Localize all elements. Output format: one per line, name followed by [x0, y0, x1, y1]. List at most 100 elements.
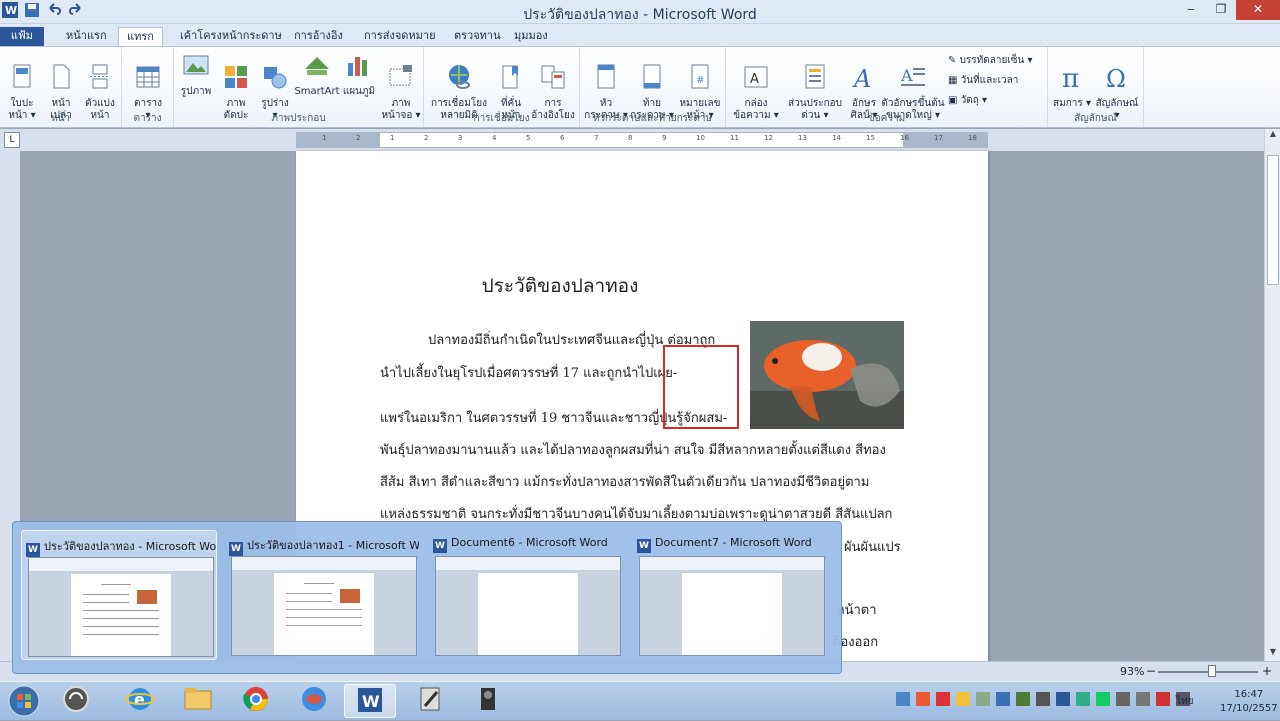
picture-button[interactable]: รูปภาพ: [178, 51, 214, 98]
equation-button[interactable]: π สมการ ▾: [1052, 51, 1092, 110]
tab-view[interactable]: มุมมอง: [506, 27, 556, 46]
thumbnail-image: [137, 590, 157, 604]
tray-icon[interactable]: [976, 692, 990, 706]
taskbar-word[interactable]: W: [344, 684, 396, 718]
goldfish-image[interactable]: [750, 321, 904, 429]
object-icon: ▣: [948, 95, 961, 106]
taskbar-chrome[interactable]: [230, 684, 282, 718]
tab-insert[interactable]: แทรก: [118, 27, 163, 46]
tab-review[interactable]: ตรวจทาน: [446, 27, 509, 46]
scroll-down-icon[interactable]: ▼: [1265, 647, 1280, 661]
selection-highlight: [663, 345, 739, 429]
thumbnail-line: [83, 602, 129, 603]
restore-button[interactable]: ❐: [1206, 0, 1236, 20]
tray-icon[interactable]: [896, 692, 910, 706]
group-header-footer-label: หัวกระดาษและท้ายกระดาษ: [592, 113, 713, 124]
thumbnail-preview: [231, 556, 417, 656]
thumbnail-ribbon: [640, 557, 824, 571]
tab-mailings[interactable]: การส่งจดหมาย: [356, 27, 444, 46]
thumbnail-title-text: ประวัติของปลาทอง1 - Microsoft Word: [247, 539, 419, 552]
ruler-tick-label: 2: [356, 134, 361, 142]
bluetooth-icon[interactable]: [996, 692, 1010, 706]
tray-icon[interactable]: [1056, 692, 1070, 706]
minimize-button[interactable]: ‒: [1176, 0, 1206, 20]
horizontal-ruler[interactable]: [296, 132, 988, 148]
tab-file[interactable]: แฟ้ม: [0, 27, 44, 46]
picture-icon: [183, 55, 209, 75]
tray-icon[interactable]: [936, 692, 950, 706]
smartart-button[interactable]: SmartArt: [294, 51, 340, 98]
document-title[interactable]: ประวัติของปลาทอง: [380, 271, 740, 301]
thumbnail-window[interactable]: W Document7 - Microsoft Word: [633, 530, 829, 660]
close-button[interactable]: ✕: [1236, 0, 1280, 20]
taskbar-app-8[interactable]: [462, 684, 514, 718]
tray-icon[interactable]: [1016, 692, 1030, 706]
clock[interactable]: 16:47 17/10/2557: [1220, 688, 1278, 716]
doc-line[interactable]: หน้าตา: [836, 599, 877, 620]
thumbnail-page: [274, 573, 374, 655]
network-icon[interactable]: [1136, 692, 1150, 706]
tray-icon[interactable]: [1096, 692, 1110, 706]
taskbar-explorer[interactable]: [172, 684, 224, 718]
chart-button[interactable]: แผนภูมิ: [340, 51, 378, 98]
tray-icon[interactable]: [916, 692, 930, 706]
chrome-icon: [243, 687, 268, 711]
ruler-tick-label: 11: [730, 134, 739, 142]
group-links: การเชื่อมโยง หลายมิติ ที่คั่น หน้า การ อ…: [424, 47, 580, 127]
ruler-tick-label: 1: [390, 134, 395, 142]
taskbar-app-7[interactable]: [404, 684, 456, 718]
blank-page-icon: [53, 64, 70, 89]
doc-line[interactable]: นำไปเลี้ยงในยุโรปเมื่อศตวรรษที่ 17 และถู…: [380, 362, 677, 383]
battery-icon[interactable]: [1036, 692, 1050, 706]
taskbar-app-1[interactable]: [50, 684, 102, 718]
scroll-up-icon[interactable]: ▲: [1265, 129, 1280, 143]
zoom-in-button[interactable]: +: [1262, 664, 1272, 678]
chart-label: แผนภูมิ: [342, 86, 376, 97]
tab-selector-icon[interactable]: L: [4, 132, 20, 148]
doc-line[interactable]: สีส้ม สีเทา สีดำและสีขาว แม้กระทั่งปลาทอ…: [380, 471, 869, 492]
thumbnail-page: [682, 573, 782, 655]
tab-page-layout[interactable]: เค้าโครงหน้ากระดาษ: [172, 27, 290, 46]
date-time-button[interactable]: ▦ วันที่และเวลา: [948, 73, 1018, 88]
zoom-slider-thumb[interactable]: [1208, 665, 1216, 677]
page-number-icon: #: [691, 64, 709, 89]
table-icon: [136, 66, 160, 88]
tab-references[interactable]: การอ้างอิง: [286, 27, 351, 46]
thumbnail-title: W Document7 - Microsoft Word: [637, 536, 827, 553]
shield-icon[interactable]: [1156, 692, 1170, 706]
thumbnail-title-text: ประวัติของปลาทอง - Microsoft Word: [44, 540, 216, 553]
scroll-thumb[interactable]: [1267, 155, 1279, 285]
doc-line[interactable]: พันธุ์ปลาทองมานานแล้ว และได้ปลาทองลูกผสม…: [380, 439, 886, 460]
word-icon: W: [637, 539, 651, 553]
group-pages: ใบปะ หน้า ▾ หน้า เปล่า ตัวแบ่ง หน้า หน้า: [0, 47, 122, 127]
word-icon: W: [433, 539, 447, 553]
thumbnail-window[interactable]: W Document6 - Microsoft Word: [429, 530, 625, 660]
taskbar-app-5[interactable]: [288, 684, 340, 718]
doc-line[interactable]: ผันผันแปร: [844, 536, 901, 557]
wordart-icon: A: [852, 65, 871, 93]
svg-text:A: A: [852, 65, 871, 91]
thumbnail-window[interactable]: W ประวัติของปลาทอง1 - Microsoft Word: [225, 530, 421, 660]
header-icon: [597, 64, 615, 89]
taskbar-ie[interactable]: e: [114, 684, 166, 718]
tray-icon[interactable]: [956, 692, 970, 706]
zoom-level[interactable]: 93%: [1120, 665, 1144, 678]
ruler-tick-label: 8: [628, 134, 633, 142]
svg-text:A: A: [750, 72, 759, 87]
object-button[interactable]: ▣ วัตถุ ▾: [948, 93, 987, 108]
ruler-left-margin: [296, 132, 380, 148]
zoom-out-button[interactable]: −: [1146, 664, 1156, 678]
tray-icon[interactable]: [1076, 692, 1090, 706]
signature-line-button[interactable]: ✎ บรรทัดลายเซ็น ▾: [948, 53, 1033, 68]
start-button[interactable]: [0, 684, 48, 718]
thumbnail-window[interactable]: W ประวัติของปลาทอง - Microsoft Word: [21, 530, 217, 660]
group-illustrations-label: ภาพประกอบ: [271, 113, 326, 124]
language-indicator[interactable]: ไทย: [1176, 694, 1193, 709]
system-tray: [896, 692, 1190, 706]
vertical-scrollbar[interactable]: ▲ ▼: [1264, 129, 1280, 661]
svg-text:#: #: [696, 75, 704, 86]
flag-icon[interactable]: [1116, 692, 1130, 706]
clip-art-icon: [225, 66, 247, 88]
thumbnail-preview: [639, 556, 825, 656]
tab-home[interactable]: หน้าแรก: [58, 27, 115, 46]
